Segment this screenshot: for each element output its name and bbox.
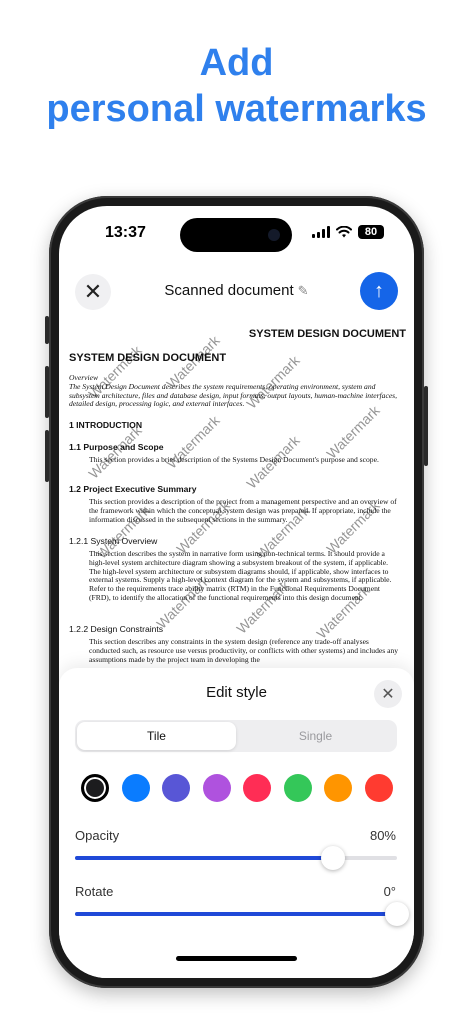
sheet-close-button[interactable]: ✕ — [374, 680, 402, 708]
doc-section-1-2-2: 1.2.2 Design Constraints — [69, 624, 164, 634]
rotate-value: 0° — [383, 884, 396, 899]
document-preview: SYSTEM DESIGN DOCUMENT SYSTEM DESIGN DOC… — [59, 324, 414, 684]
tab-single[interactable]: Single — [236, 722, 395, 750]
power-button — [424, 386, 428, 466]
phone-screen: 13:37 80 ✕ Scanned document ✎ ↑ SYSTEM DE… — [59, 206, 414, 978]
tab-tile[interactable]: Tile — [77, 722, 236, 750]
color-swatch[interactable] — [202, 774, 231, 802]
document-title-text: Scanned document — [164, 282, 294, 299]
sheet-title: Edit style — [206, 684, 267, 701]
color-swatch[interactable] — [81, 774, 109, 802]
volume-up-button — [45, 366, 49, 418]
phone-frame: 13:37 80 ✕ Scanned document ✎ ↑ SYSTEM DE… — [45, 196, 428, 988]
color-picker — [81, 774, 393, 802]
overview-text: The System Design Document describes the… — [69, 381, 398, 409]
color-swatch[interactable] — [243, 774, 272, 802]
battery-icon: 80 — [358, 225, 384, 239]
watermark: Watermark — [85, 422, 145, 482]
watermark: Watermark — [323, 402, 383, 462]
cellular-signal-icon — [312, 226, 330, 238]
status-time: 13:37 — [105, 224, 146, 241]
opacity-slider-fill — [75, 856, 333, 860]
headline-line-2: personal watermarks — [46, 88, 427, 130]
opacity-slider-thumb[interactable] — [320, 846, 345, 870]
home-indicator — [176, 956, 297, 961]
opacity-label: Opacity — [75, 828, 120, 843]
doc-section-1-2-2-text: This section describes any constraints i… — [89, 637, 399, 664]
edit-style-sheet: Edit style ✕ Tile Single Opacity 80% Rot… — [59, 668, 414, 978]
top-bar: ✕ Scanned document ✎ ↑ — [59, 266, 414, 322]
dynamic-island — [180, 218, 292, 252]
rotate-label: Rotate — [75, 884, 114, 899]
color-swatch[interactable] — [162, 774, 191, 802]
headline-line-1: Add — [199, 42, 274, 84]
doc-section-1-1-text: This section provides a brief descriptio… — [89, 455, 379, 464]
color-swatch[interactable] — [364, 774, 393, 802]
promo-headline: Add personal watermarks — [0, 40, 473, 132]
color-swatch[interactable] — [283, 774, 312, 802]
pencil-icon: ✎ — [297, 283, 309, 298]
rotate-slider-thumb[interactable] — [385, 902, 409, 926]
status-icons: 80 — [312, 225, 384, 239]
camera-icon — [268, 229, 280, 241]
doc-header-right: SYSTEM DESIGN DOCUMENT — [248, 328, 406, 340]
rotate-slider-fill — [75, 912, 397, 916]
wifi-icon — [336, 226, 352, 238]
doc-overview: Overview The System Design Document descr… — [69, 373, 404, 409]
export-button[interactable]: ↑ — [360, 272, 398, 310]
volume-down-button — [45, 430, 49, 482]
doc-section-1-2: 1.2 Project Executive Summary — [69, 484, 197, 494]
layout-segmented-control: Tile Single — [75, 720, 397, 752]
opacity-slider[interactable] — [75, 846, 397, 870]
color-swatch[interactable] — [324, 774, 353, 802]
rotate-slider[interactable] — [75, 902, 409, 926]
color-swatch[interactable] — [121, 774, 150, 802]
opacity-value: 80% — [369, 828, 396, 843]
mute-switch — [45, 316, 49, 344]
